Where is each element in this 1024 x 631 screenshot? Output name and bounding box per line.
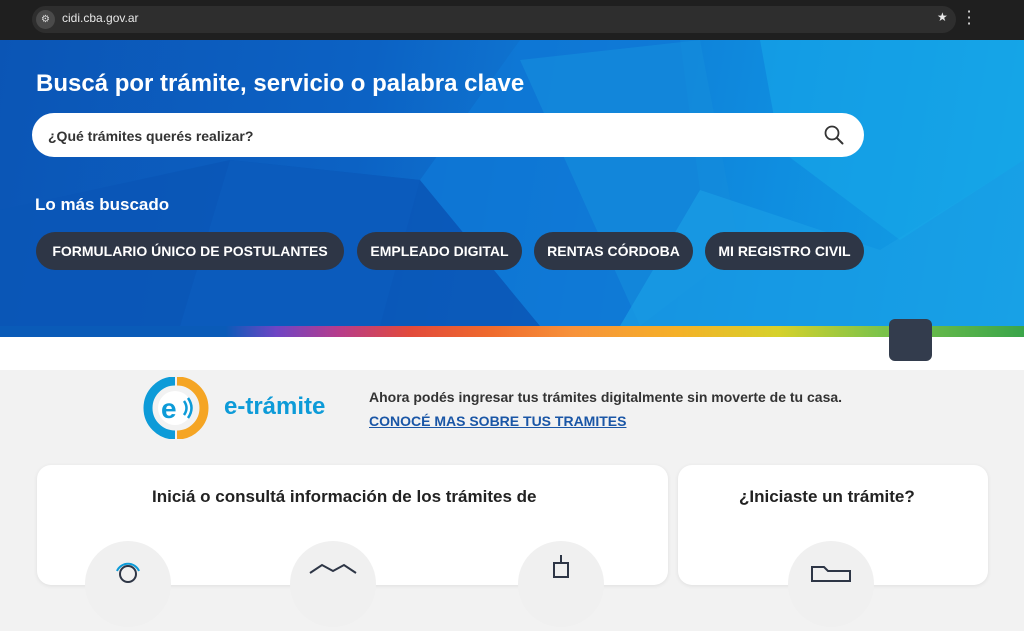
white-band	[0, 337, 1024, 370]
e-tramite-logo-icon: e	[143, 377, 209, 439]
url-text[interactable]: cidi.cba.gov.ar	[62, 11, 138, 25]
tramites-info-card-title: Iniciá o consultá información de los trá…	[152, 487, 537, 506]
category-icon-map[interactable]	[290, 541, 376, 627]
e-tramite-promo-text: Ahora podés ingresar tus trámites digita…	[369, 389, 843, 405]
citizen-icon	[116, 562, 140, 583]
conoce-mas-link[interactable]: CONOCÉ MAS SOBRE TUS TRAMITES	[369, 413, 626, 429]
map-icon	[309, 563, 357, 574]
search-icon[interactable]	[824, 125, 844, 145]
popular-searches-title: Lo más buscado	[35, 195, 170, 214]
folder-icon-circle[interactable]	[788, 541, 874, 627]
browser-toolbar: ⚙ cidi.cba.gov.ar ★ · · ·	[0, 0, 1024, 40]
category-icon-building[interactable]	[518, 541, 604, 627]
chip-mi-registro-civil[interactable]: MI REGISTRO CIVIL	[705, 232, 864, 270]
color-stripe	[0, 326, 1024, 337]
chip-rentas-cordoba[interactable]: RENTAS CÓRDOBA	[534, 232, 693, 270]
svg-text:e: e	[161, 393, 177, 424]
folder-icon	[811, 566, 851, 582]
chip-empleado-digital[interactable]: EMPLEADO DIGITAL	[357, 232, 522, 270]
search-box	[32, 113, 864, 159]
chip-formulario-unico[interactable]: FORMULARIO ÚNICO DE POSTULANTES	[36, 232, 344, 270]
kebab-menu-icon[interactable]: · · ·	[962, 4, 976, 32]
hero-title: Buscá por trámite, servicio o palabra cl…	[36, 70, 525, 97]
iniciaste-tramite-card-title: ¿Iniciaste un trámite?	[739, 487, 915, 506]
hero-section: Buscá por trámite, servicio o palabra cl…	[0, 40, 1024, 326]
tune-icon[interactable]: ⚙	[36, 10, 55, 29]
building-icon	[553, 555, 569, 578]
floating-action-button[interactable]	[889, 319, 932, 361]
address-bar[interactable]	[32, 6, 956, 33]
category-icon-citizen[interactable]	[85, 541, 171, 627]
search-input[interactable]	[46, 113, 810, 159]
star-icon[interactable]: ★	[937, 10, 948, 24]
e-tramite-logo-text: e-trámite	[224, 393, 326, 420]
